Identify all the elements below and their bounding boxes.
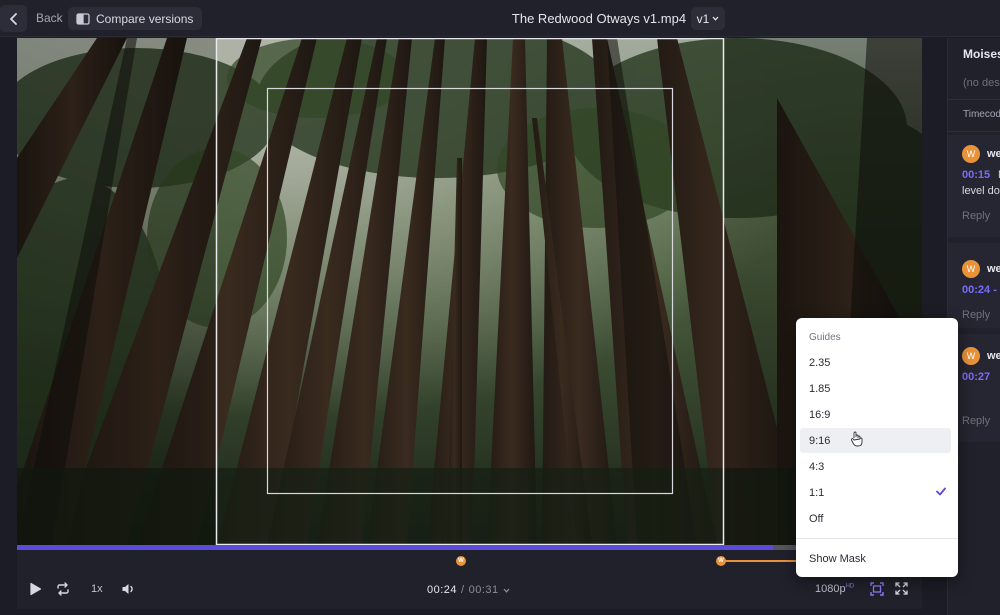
player-controls: 1x 00:24 / 00:31 1080pHD bbox=[17, 571, 922, 609]
volume-icon bbox=[122, 584, 133, 594]
hd-badge: HD bbox=[845, 583, 855, 590]
compare-versions-label: Compare versions bbox=[96, 11, 194, 26]
volume-button[interactable] bbox=[121, 582, 136, 596]
comment-user: we bbox=[987, 148, 1000, 160]
panel-description[interactable]: (no des bbox=[963, 77, 1000, 89]
compare-versions-button[interactable]: Compare versions bbox=[68, 7, 203, 30]
guide-option-1-85[interactable]: 1.85 bbox=[800, 376, 951, 401]
guide-option-9-16[interactable]: 9:16 bbox=[800, 428, 951, 453]
loop-icon bbox=[57, 582, 69, 596]
comment-user: we bbox=[987, 350, 1000, 362]
guide-option-4-3[interactable]: 4:3 bbox=[800, 454, 951, 479]
guide-option-16-9[interactable]: 16:9 bbox=[800, 402, 951, 427]
play-icon bbox=[30, 582, 42, 596]
show-mask-label: Show Mask bbox=[809, 552, 866, 565]
guides-menu-heading: Guides bbox=[809, 332, 841, 343]
file-title: The Redwood Otways v1.mp4 bbox=[511, 11, 687, 26]
video-review-app: Back Compare versions The Redwood Otways… bbox=[0, 0, 1000, 615]
duration: 00:31 bbox=[468, 584, 499, 596]
progress-fill bbox=[17, 545, 773, 550]
panel-divider bbox=[948, 99, 1000, 100]
comment-text-line2: level do bbox=[962, 185, 1000, 197]
back-button[interactable] bbox=[0, 5, 27, 32]
guide-option-label: 1.85 bbox=[809, 382, 831, 395]
guides-icon bbox=[870, 582, 884, 596]
play-button[interactable] bbox=[29, 582, 42, 596]
comment-timecode[interactable]: 00:27 bbox=[962, 371, 990, 383]
hand-cursor-icon bbox=[851, 431, 863, 447]
guide-option-label: 9:16 bbox=[809, 434, 831, 447]
video-frame[interactable] bbox=[17, 38, 922, 545]
version-select[interactable]: v1 bbox=[691, 7, 725, 30]
guides-menu: Guides 2.35 1.85 16:9 9:16 4:3 1:1 Off S… bbox=[796, 318, 958, 577]
reply-link[interactable]: Reply bbox=[962, 415, 990, 427]
comment-timecode[interactable]: 00:15 bbox=[962, 169, 990, 181]
timecode-display[interactable]: 00:24 / 00:31 bbox=[427, 584, 510, 596]
reply-link[interactable]: Reply bbox=[962, 210, 990, 222]
fullscreen-button[interactable] bbox=[895, 582, 908, 595]
avatar: W bbox=[962, 260, 980, 278]
menu-divider bbox=[796, 538, 958, 539]
reply-link[interactable]: Reply bbox=[962, 309, 990, 321]
comment-marker[interactable]: W bbox=[716, 556, 726, 566]
comment-user: we bbox=[987, 263, 1000, 275]
comment-timecode[interactable]: 00:24 - bbox=[962, 284, 997, 296]
compare-icon bbox=[76, 12, 90, 25]
guide-option-label: 1:1 bbox=[809, 486, 825, 499]
forest-video-image bbox=[17, 38, 922, 545]
chevron-down-icon bbox=[712, 16, 719, 21]
check-icon bbox=[936, 487, 946, 496]
comment-range-line bbox=[722, 560, 797, 562]
timecode-header: Timecod bbox=[963, 109, 1000, 120]
comment-card[interactable]: W we 00:24 - Reply bbox=[948, 243, 1000, 328]
avatar: W bbox=[962, 347, 980, 365]
guide-option-2-35[interactable]: 2.35 bbox=[800, 350, 951, 375]
guide-option-label: 16:9 bbox=[809, 408, 831, 421]
version-label: v1 bbox=[696, 11, 710, 26]
comment-marker[interactable]: W bbox=[456, 556, 466, 566]
fullscreen-icon bbox=[895, 582, 908, 595]
loop-button[interactable] bbox=[55, 582, 71, 596]
top-bar: Back Compare versions The Redwood Otways… bbox=[0, 0, 1000, 37]
panel-divider bbox=[948, 131, 1000, 132]
back-label[interactable]: Back bbox=[36, 11, 63, 25]
quality-selector[interactable]: 1080pHD bbox=[815, 583, 854, 595]
guide-option-off[interactable]: Off bbox=[800, 506, 951, 531]
guide-option-1-1[interactable]: 1:1 bbox=[800, 480, 951, 505]
timecode-separator: / bbox=[461, 584, 465, 596]
guide-option-label: Off bbox=[809, 512, 824, 525]
current-time: 00:24 bbox=[427, 584, 458, 596]
playback-speed[interactable]: 1x bbox=[91, 583, 103, 595]
avatar: W bbox=[962, 145, 980, 163]
guide-option-label: 4:3 bbox=[809, 460, 825, 473]
chevron-left-icon bbox=[9, 12, 17, 25]
comment-card[interactable]: W we 00:15 N level do Reply bbox=[948, 135, 1000, 237]
chevron-down-icon bbox=[503, 588, 510, 593]
show-mask-toggle[interactable]: Show Mask bbox=[800, 546, 951, 571]
guides-button[interactable] bbox=[870, 582, 884, 596]
quality-label: 1080p bbox=[815, 583, 846, 595]
guide-option-label: 2.35 bbox=[809, 356, 831, 369]
timeline[interactable]: W W bbox=[17, 545, 922, 571]
panel-title: Moises bbox=[963, 47, 1000, 61]
